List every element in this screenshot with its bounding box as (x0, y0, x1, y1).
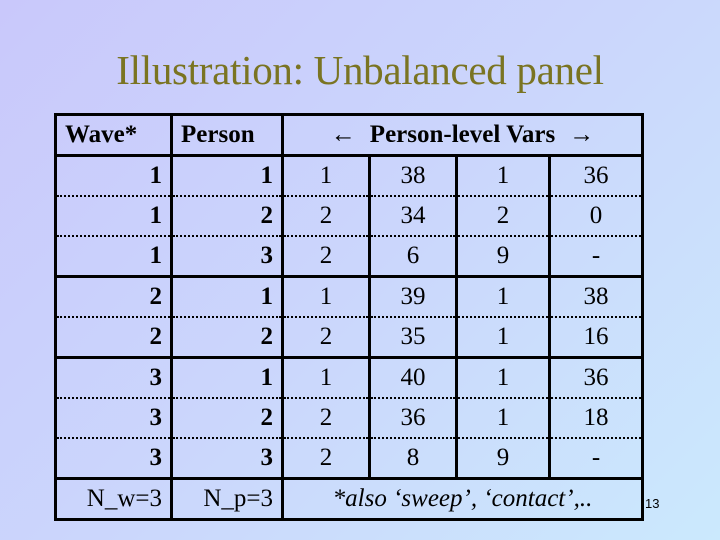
page-number: 13 (645, 496, 660, 511)
cell-var-3: 1 (455, 276, 551, 318)
cell-var-2: 40 (368, 357, 458, 399)
cell-var-2: 34 (368, 196, 458, 237)
cell-wave: 3 (54, 357, 173, 399)
footer-note: *also ‘sweep’, ‘contact’,.. (281, 478, 644, 521)
cell-var-3: 2 (455, 196, 551, 237)
cell-var-2: 38 (368, 155, 458, 197)
cell-var-1: 1 (281, 155, 371, 197)
footer-n-waves: N_w=3 (54, 478, 173, 521)
table-row: 1 1 1 38 1 36 (54, 155, 644, 197)
cell-person: 1 (170, 155, 284, 197)
cell-person: 2 (170, 398, 284, 439)
cell-var-2: 6 (368, 236, 458, 278)
header-vars-label: Person-level Vars (369, 121, 556, 148)
unbalanced-panel-table: Wave* Person ← Person-level Vars → 1 1 1 38 1 3… (54, 113, 644, 521)
table-row: 3 2 2 36 1 18 (54, 398, 644, 439)
cell-person: 1 (170, 357, 284, 399)
cell-var-4: 16 (548, 317, 644, 359)
table-row: 3 1 1 40 1 36 (54, 357, 644, 399)
header-person: Person (170, 113, 284, 157)
cell-wave: 3 (54, 398, 173, 439)
cell-wave: 1 (54, 236, 173, 278)
table-row: 13269- (54, 236, 644, 278)
cell-wave: 3 (54, 438, 173, 480)
cell-var-2: 8 (368, 438, 458, 480)
cell-var-1: 2 (281, 317, 371, 359)
cell-var-3: 9 (455, 438, 551, 480)
table-header-row: Wave* Person ← Person-level Vars → (54, 113, 644, 157)
cell-var-3: 1 (455, 398, 551, 439)
table-row: 33289- (54, 438, 644, 480)
cell-var-4: - (548, 236, 644, 278)
header-wave: Wave* (54, 113, 173, 157)
table-row: 2 2 2 35 1 16 (54, 317, 644, 359)
cell-var-1: 2 (281, 196, 371, 237)
cell-var-2: 35 (368, 317, 458, 359)
left-arrow-icon: ← (330, 121, 356, 148)
table-footer-row: N_w=3 N_p=3 *also ‘sweep’, ‘contact’,.. (54, 478, 644, 521)
right-arrow-icon: → (569, 121, 595, 148)
cell-var-4: - (548, 438, 644, 480)
cell-person: 3 (170, 236, 284, 278)
cell-var-2: 36 (368, 398, 458, 439)
cell-wave: 2 (54, 317, 173, 359)
cell-var-3: 1 (455, 155, 551, 197)
cell-person: 1 (170, 276, 284, 318)
cell-wave: 2 (54, 276, 173, 318)
slide-title: Illustration: Unbalanced panel (116, 47, 604, 93)
cell-var-1: 2 (281, 398, 371, 439)
cell-var-2: 39 (368, 276, 458, 318)
cell-var-1: 2 (281, 236, 371, 278)
cell-var-1: 1 (281, 276, 371, 318)
cell-person: 3 (170, 438, 284, 480)
cell-var-1: 1 (281, 357, 371, 399)
cell-var-4: 38 (548, 276, 644, 318)
cell-wave: 1 (54, 155, 173, 197)
cell-var-4: 36 (548, 155, 644, 197)
cell-var-4: 18 (548, 398, 644, 439)
cell-var-3: 1 (455, 317, 551, 359)
table-body: 1 1 1 38 1 36 1 2 2 34 2 0 1 3 2 6 9-2 1 1 39 1 38 2 2 2 35 1 16 3 1 1… (54, 155, 644, 480)
cell-wave: 1 (54, 196, 173, 237)
header-person-level-vars: ← Person-level Vars → (281, 113, 644, 157)
cell-var-3: 1 (455, 357, 551, 399)
cell-var-1: 2 (281, 438, 371, 480)
table-row: 2 1 1 39 1 38 (54, 276, 644, 318)
table-row: 1 2 2 34 2 0 (54, 196, 644, 237)
cell-var-4: 0 (548, 196, 644, 237)
footer-n-persons: N_p=3 (170, 478, 284, 521)
cell-var-4: 36 (548, 357, 644, 399)
cell-person: 2 (170, 196, 284, 237)
cell-var-3: 9 (455, 236, 551, 278)
cell-person: 2 (170, 317, 284, 359)
